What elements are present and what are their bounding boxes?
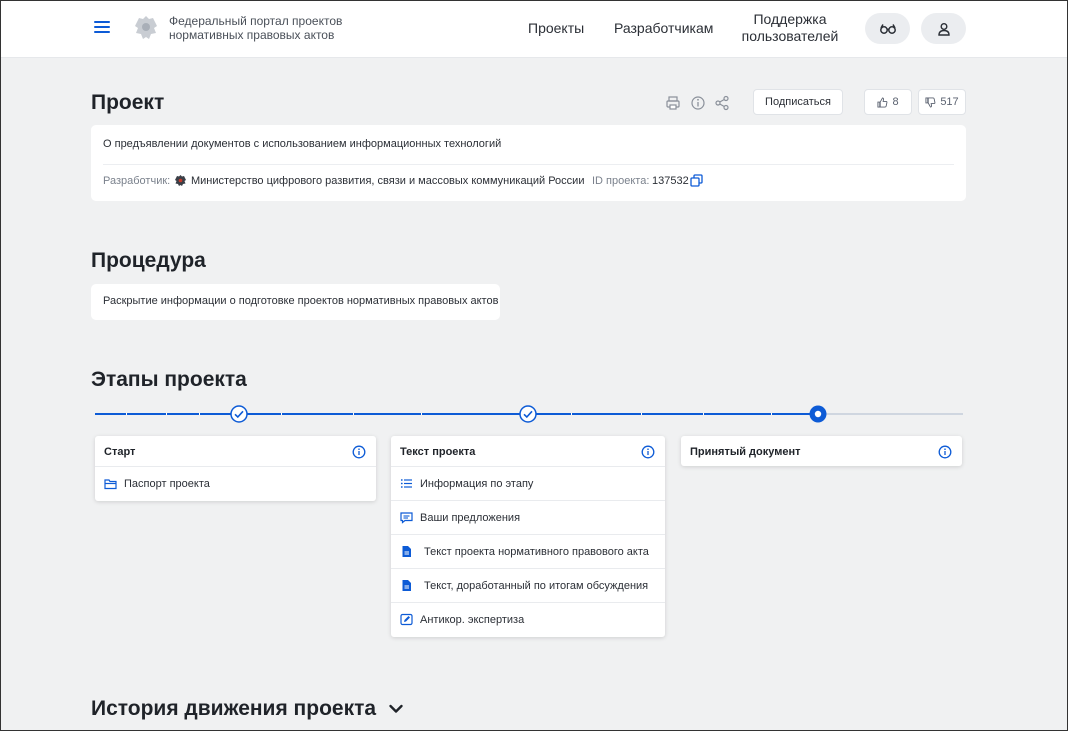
procedure-text: Раскрытие информации о подготовке проект… [103, 295, 499, 307]
project-card: О предъявлении документов с использовани… [91, 125, 966, 201]
comment-icon [400, 512, 413, 524]
developer-label: Разработчик: [103, 175, 171, 187]
project-id-value: 137532 [652, 175, 689, 187]
timeline-remaining [818, 413, 963, 415]
document-icon [402, 546, 411, 557]
site-header: Федеральный портал проектов нормативных … [1, 1, 1067, 58]
stage-link[interactable]: Информация по этапу [391, 467, 665, 501]
like-button[interactable]: 8 [864, 89, 912, 115]
stage-link-label: Антикор. экспертиза [420, 614, 525, 626]
nav-developers[interactable]: Разработчикам [614, 20, 713, 37]
print-icon[interactable] [665, 95, 681, 111]
document-icon [402, 580, 411, 591]
info-icon[interactable] [352, 445, 366, 459]
stage-link[interactable]: Текст проекта нормативного правового акт… [391, 535, 665, 569]
stage-header: Текст проекта [391, 436, 665, 467]
stage-link-label: Текст проекта нормативного правового акт… [424, 546, 649, 558]
stage-link[interactable]: Паспорт проекта [95, 467, 376, 501]
dislike-count: 517 [940, 96, 959, 108]
stage-card-text: Текст проекта Информация по этапу Ваши п… [391, 436, 665, 637]
thumbs-down-icon [925, 96, 936, 108]
info-icon[interactable] [690, 95, 706, 111]
like-count: 8 [892, 96, 899, 108]
thumbs-up-icon [877, 96, 888, 108]
folder-icon [104, 479, 117, 490]
stage-link[interactable]: Текст, доработанный по итогам обсуждения [391, 569, 665, 603]
stage-link[interactable]: Антикор. экспертиза [391, 603, 665, 637]
nav-projects[interactable]: Проекты [528, 20, 584, 37]
portal-name[interactable]: Федеральный портал проектов нормативных … [169, 14, 369, 42]
project-heading: Проект [91, 91, 165, 114]
stage-title: Старт [104, 446, 136, 458]
info-icon[interactable] [641, 445, 655, 459]
stage-title: Принятый документ [690, 446, 801, 458]
procedure-heading: Процедура [91, 249, 206, 272]
stages-heading: Этапы проекта [91, 368, 247, 391]
stage-card-accepted: Принятый документ [681, 436, 962, 466]
edit-icon [400, 613, 413, 626]
nav-support[interactable]: Поддержка пользователей [739, 11, 841, 45]
info-icon[interactable] [938, 445, 952, 459]
menu-icon[interactable] [94, 21, 110, 35]
share-icon[interactable] [714, 95, 730, 111]
profile-button[interactable] [921, 13, 966, 44]
chevron-down-icon[interactable] [388, 701, 404, 717]
stage-link[interactable]: Ваши предложения [391, 501, 665, 535]
procedure-card: Раскрытие информации о подготовке проект… [91, 284, 500, 320]
glasses-icon [879, 23, 896, 34]
stage-done-icon [519, 405, 537, 423]
stage-done-icon [230, 405, 248, 423]
stage-title: Текст проекта [400, 446, 476, 458]
stage-link-label: Паспорт проекта [124, 478, 210, 490]
divider [103, 164, 954, 165]
list-icon [400, 479, 412, 488]
stage-current-icon [809, 405, 827, 423]
ministry-emblem-icon [175, 175, 186, 186]
dislike-button[interactable]: 517 [918, 89, 966, 115]
emblem-icon [135, 16, 157, 39]
stage-link-label: Текст, доработанный по итогам обсуждения [424, 580, 649, 592]
stage-link-label: Информация по этапу [420, 478, 534, 490]
stages-timeline [91, 402, 966, 426]
stage-header: Старт [95, 436, 376, 467]
copy-icon[interactable] [690, 174, 703, 187]
history-heading[interactable]: История движения проекта [91, 697, 376, 721]
accessibility-button[interactable] [865, 13, 910, 44]
timeline-progress [95, 413, 818, 415]
subscribe-button[interactable]: Подписаться [753, 89, 843, 115]
stage-header: Принятый документ [681, 436, 962, 466]
stage-link-label: Ваши предложения [420, 512, 521, 524]
stage-card-start: Старт Паспорт проекта [95, 436, 376, 501]
developer-name: Министерство цифрового развития, связи и… [191, 175, 585, 187]
project-id-label: ID проекта: [592, 175, 650, 187]
user-icon [937, 22, 950, 36]
project-name: О предъявлении документов с использовани… [103, 138, 502, 150]
